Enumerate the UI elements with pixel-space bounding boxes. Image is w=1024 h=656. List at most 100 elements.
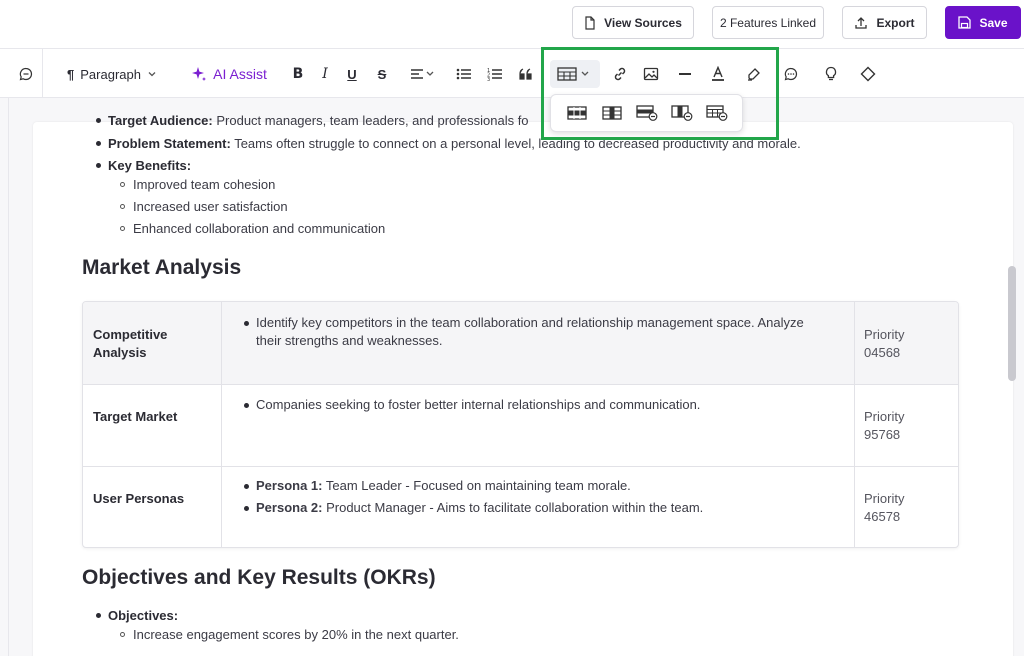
delete-column-icon <box>670 105 692 121</box>
features-linked-button[interactable]: 2 Features Linked <box>712 6 824 39</box>
export-label: Export <box>876 15 915 30</box>
top-bar: View Sources 2 Features Linked Export Sa… <box>0 0 1024 48</box>
cell-desc-line: Identify key competitors in the team col… <box>256 315 804 330</box>
table-cell-priority: Priority 95768 <box>864 408 904 444</box>
ai-assist-button[interactable]: AI Assist <box>186 62 272 86</box>
sub-list-item: Improved team cohesion <box>133 177 276 192</box>
horizontal-rule-icon <box>679 73 691 75</box>
priority-value: 95768 <box>864 427 901 442</box>
bullet-list-icon <box>456 68 471 80</box>
numbered-list-icon: 123 <box>487 68 502 81</box>
sub-bullet <box>120 182 125 187</box>
text-color-icon <box>712 66 724 81</box>
list-item-text: Product managers, team leaders, and prof… <box>212 113 529 128</box>
table-cell-description: Persona 1: Team Leader - Focused on main… <box>256 477 631 495</box>
chat-bubble-icon <box>19 67 33 81</box>
list-item: Problem Statement: Teams often struggle … <box>108 136 801 151</box>
insert-row-button[interactable] <box>566 104 588 122</box>
bullet-dot <box>96 118 101 123</box>
bold-button[interactable]: B <box>290 62 306 86</box>
sub-bullet <box>120 204 125 209</box>
bullet-dot <box>244 506 249 511</box>
sidebar-edge <box>8 98 9 656</box>
table-cell-priority: Priority 04568 <box>864 326 904 362</box>
table-cell-description: Companies seeking to foster better inter… <box>256 397 701 412</box>
table-column-icon <box>601 106 622 120</box>
bullet-dot <box>96 141 101 146</box>
cell-label-line: Competitive <box>93 327 168 342</box>
priority-value: 46578 <box>864 509 901 524</box>
strikethrough-glyph: S <box>377 66 387 82</box>
sub-list-item: Enhanced collaboration and communication <box>133 221 386 236</box>
save-button[interactable]: Save <box>945 6 1021 39</box>
delete-table-button[interactable] <box>705 104 728 122</box>
toolbar-divider <box>42 49 43 98</box>
table-actions-popover <box>550 94 743 132</box>
document-icon <box>585 15 595 30</box>
sub-list-item: Increased user satisfaction <box>133 199 288 214</box>
table-cell-label: Competitive Analysis <box>93 326 167 362</box>
okr-heading: Objectives and Key Results (OKRs) <box>82 566 436 589</box>
diamond-button[interactable] <box>860 62 876 86</box>
bullet-list-button[interactable] <box>456 62 472 86</box>
comment-icon <box>784 67 798 81</box>
list-item-label: Target Audience: <box>108 113 213 128</box>
comment-button[interactable] <box>783 62 799 86</box>
view-sources-button[interactable]: View Sources <box>572 6 694 39</box>
priority-label: Priority <box>864 491 905 506</box>
numbered-list-button[interactable]: 123 <box>487 62 503 86</box>
table-row-icon <box>566 106 587 120</box>
insert-column-button[interactable] <box>601 104 623 122</box>
italic-glyph: I <box>322 66 328 82</box>
sub-bullet <box>120 226 125 231</box>
image-button[interactable] <box>643 62 659 86</box>
idea-button[interactable] <box>823 62 839 86</box>
list-item-label: Objectives: <box>108 608 179 623</box>
persona-text: Product Manager - Aims to facilitate col… <box>322 500 704 515</box>
editor-toolbar: ¶ Paragraph AI Assist B I U S 123 <box>0 48 1024 98</box>
table-cell-description: Persona 2: Product Manager - Aims to fac… <box>256 499 703 517</box>
column-divider <box>854 302 855 547</box>
blockquote-button[interactable] <box>518 62 534 86</box>
delete-table-icon <box>705 105 727 121</box>
chevron-down-icon <box>148 72 156 77</box>
lightbulb-icon <box>825 66 837 81</box>
cell-label-line: Analysis <box>93 345 147 360</box>
bullet-dot <box>96 163 101 168</box>
horizontal-rule-button[interactable] <box>677 62 693 86</box>
align-dropdown[interactable] <box>409 62 437 86</box>
text-color-button[interactable] <box>709 62 727 86</box>
list-item-label: Problem Statement: <box>108 136 231 151</box>
delete-row-button[interactable] <box>635 104 658 122</box>
delete-row-icon <box>635 105 657 121</box>
delete-column-button[interactable] <box>670 104 693 122</box>
vertical-scrollbar[interactable] <box>1008 266 1016 381</box>
highlight-button[interactable] <box>746 62 762 86</box>
italic-button[interactable]: I <box>317 62 333 86</box>
underline-button[interactable]: U <box>344 62 360 86</box>
view-sources-label: View Sources <box>604 15 682 30</box>
sparkle-icon <box>192 67 207 81</box>
market-analysis-table[interactable]: Competitive Analysis Identify key compet… <box>82 301 959 548</box>
priority-label: Priority <box>864 409 905 424</box>
bullet-dot <box>96 613 101 618</box>
floppy-disk-icon <box>958 16 972 29</box>
bullet-dot <box>244 321 249 326</box>
list-item-text: Teams often struggle to connect on a per… <box>230 136 801 151</box>
table-cell-description: Identify key competitors in the team col… <box>256 314 804 350</box>
persona-text: Team Leader - Focused on maintaining tea… <box>322 478 631 493</box>
image-icon <box>643 67 659 81</box>
persona-label: Persona 1: <box>256 478 323 493</box>
paragraph-style-dropdown[interactable]: ¶ Paragraph <box>62 62 162 86</box>
save-label: Save <box>979 15 1008 30</box>
list-item: Target Audience: Product managers, team … <box>108 113 529 128</box>
link-button[interactable] <box>612 62 628 86</box>
table-dropdown-button[interactable] <box>550 60 600 88</box>
table-cell-label: User Personas <box>93 491 185 506</box>
strikethrough-button[interactable]: S <box>374 62 390 86</box>
sub-list-item: Increase engagement scores by 20% in the… <box>133 627 459 642</box>
bullet-dot <box>244 484 249 489</box>
link-icon <box>614 67 626 81</box>
comments-toggle-button[interactable] <box>16 62 36 86</box>
export-button[interactable]: Export <box>842 6 927 39</box>
